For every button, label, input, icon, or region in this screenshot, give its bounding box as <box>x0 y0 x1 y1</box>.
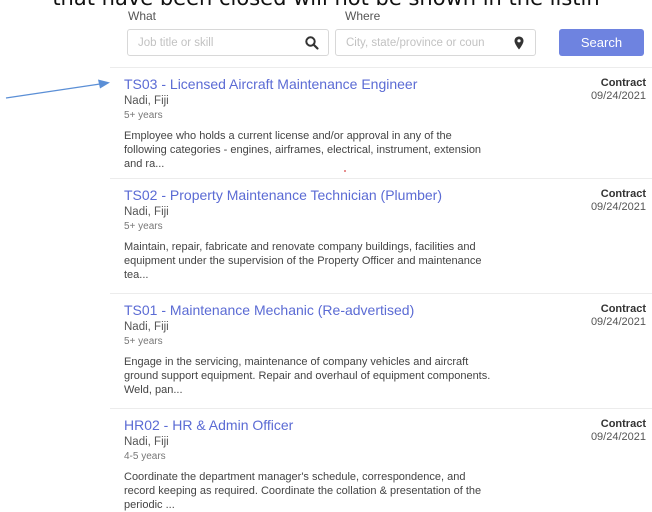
job-type: Contract <box>600 303 646 315</box>
job-experience: 5+ years <box>124 221 163 232</box>
job-title-link[interactable]: HR02 - HR & Admin Officer <box>124 417 642 434</box>
job-experience: 5+ years <box>124 336 163 347</box>
job-experience: 5+ years <box>124 110 163 121</box>
job-type: Contract <box>600 418 646 430</box>
search-button[interactable]: Search <box>559 29 644 56</box>
job-description: Coordinate the department manager's sche… <box>124 471 482 511</box>
job-item[interactable]: TS01 - Maintenance Mechanic (Re-advertis… <box>110 293 652 408</box>
job-list: TS03 - Licensed Aircraft Maintenance Eng… <box>110 67 652 511</box>
job-date: 09/24/2021 <box>590 316 646 328</box>
job-type: Contract <box>600 188 646 200</box>
job-date: 09/24/2021 <box>590 431 646 443</box>
job-date: 09/24/2021 <box>590 201 646 213</box>
what-label: What <box>128 9 157 23</box>
job-type: Contract <box>600 77 646 89</box>
job-description: Maintain, repair, fabricate and renovate… <box>124 241 482 281</box>
notice-banner: that have been closed will not be shown … <box>0 0 652 10</box>
what-input[interactable] <box>128 30 298 55</box>
job-date: 09/24/2021 <box>590 90 646 102</box>
job-title-link[interactable]: TS01 - Maintenance Mechanic (Re-advertis… <box>124 302 642 319</box>
where-field[interactable] <box>335 29 536 56</box>
job-title-link[interactable]: TS03 - Licensed Aircraft Maintenance Eng… <box>124 76 642 93</box>
where-label: Where <box>345 9 381 23</box>
job-description: Employee who holds a current license and… <box>124 130 482 170</box>
job-item[interactable]: TS02 - Property Maintenance Technician (… <box>110 178 652 293</box>
job-item[interactable]: HR02 - HR & Admin Officer Nadi, Fiji 4-5… <box>110 408 652 511</box>
job-location: Nadi, Fiji <box>124 436 169 448</box>
job-experience: 4-5 years <box>124 451 166 462</box>
arrow-icon <box>5 79 110 99</box>
map-pin-icon <box>514 36 524 50</box>
job-location: Nadi, Fiji <box>124 206 169 218</box>
what-field[interactable] <box>127 29 329 56</box>
job-description: Engage in the servicing, maintenance of … <box>124 356 491 396</box>
job-location: Nadi, Fiji <box>124 321 169 333</box>
job-location: Nadi, Fiji <box>124 95 169 107</box>
search-icon[interactable] <box>304 35 320 51</box>
stray-dot <box>344 170 346 172</box>
job-item[interactable]: TS03 - Licensed Aircraft Maintenance Eng… <box>110 67 652 178</box>
job-title-link[interactable]: TS02 - Property Maintenance Technician (… <box>124 187 642 204</box>
where-input[interactable] <box>336 30 508 55</box>
